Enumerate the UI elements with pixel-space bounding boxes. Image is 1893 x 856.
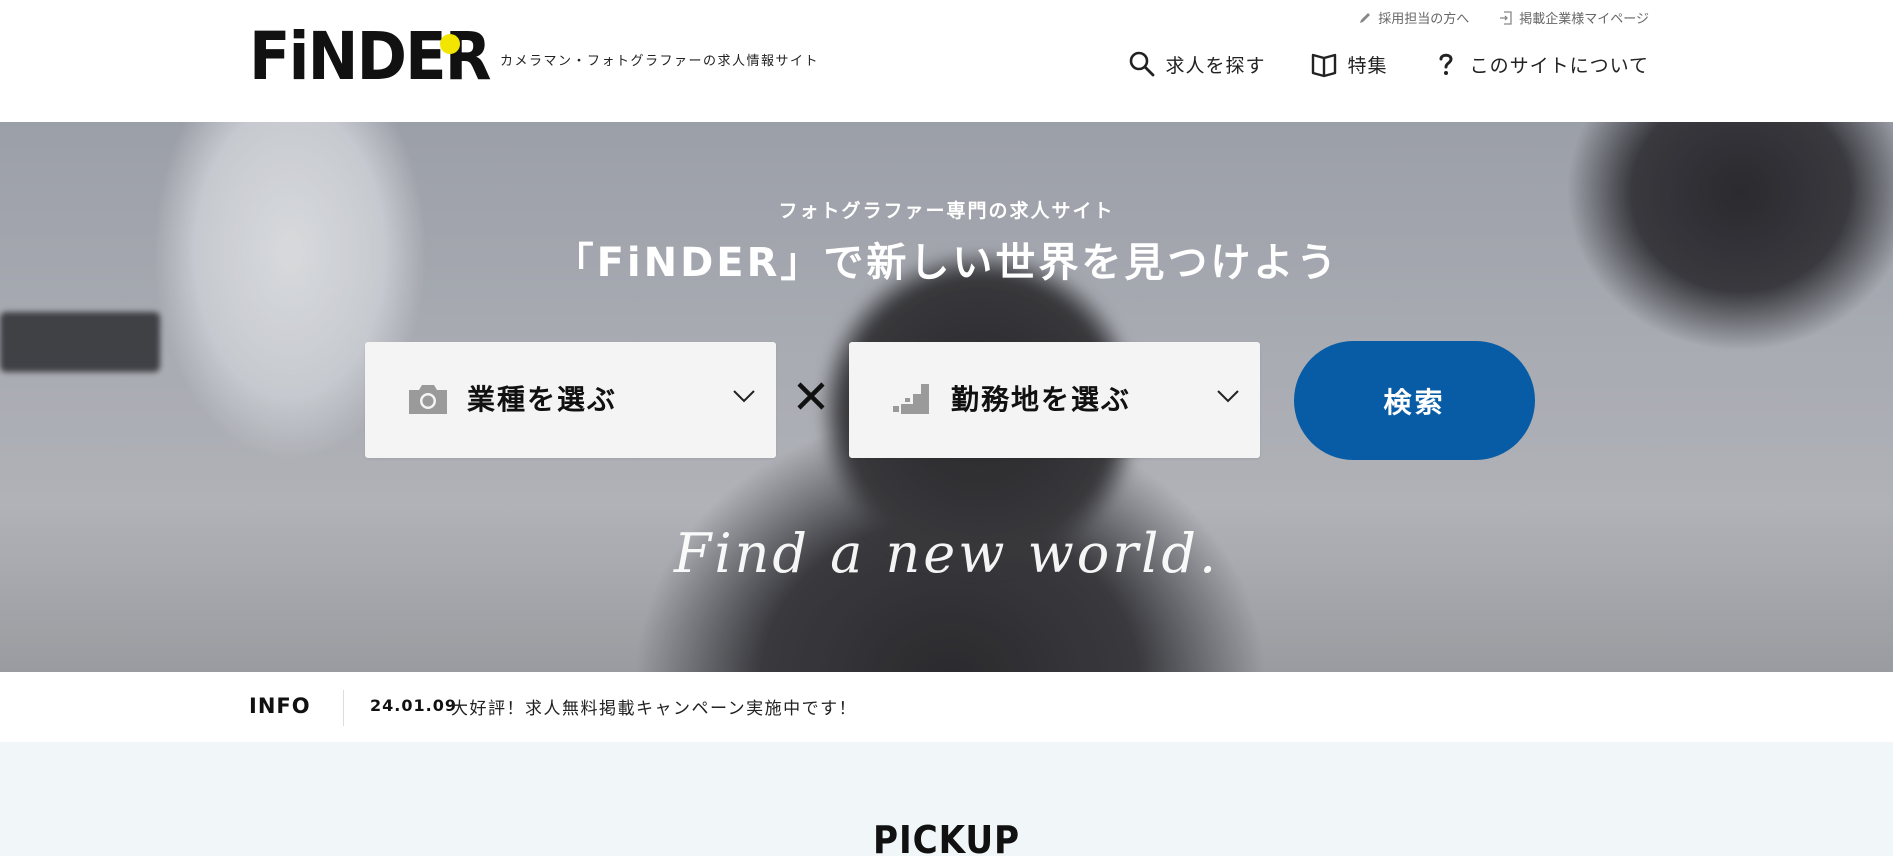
info-date: 24.01.09 <box>370 696 457 715</box>
site-logo[interactable]: FiNDER <box>249 24 511 90</box>
job-type-select[interactable]: 業種を選ぶ <box>365 342 776 458</box>
nav-item-label: このサイトについて <box>1469 54 1649 77</box>
login-icon <box>1500 10 1512 25</box>
utility-nav: 採用担当の方へ 掲載企業様マイページ <box>1358 8 1649 27</box>
nav-item-label: 特集 <box>1347 54 1388 77</box>
nav-item-label: 求人を探す <box>1165 54 1266 77</box>
book-icon <box>1311 53 1336 78</box>
pickup-title: PICKUP <box>872 818 1021 856</box>
util-link-label: 掲載企業様マイページ <box>1519 12 1649 27</box>
hero-title: 「FiNDER」で新しい世界を見つけよう <box>553 240 1340 286</box>
info-news-link[interactable]: 大好評！求人無料掲載キャンペーン実施中です！ <box>451 694 857 719</box>
hero-section: フォトグラファー専門の求人サイト 「FiNDER」で新しい世界を見つけよう 業種… <box>0 122 1893 672</box>
cross-icon <box>797 382 825 410</box>
nav-item-search[interactable]: 求人を探す <box>1128 50 1266 78</box>
search-icon <box>1129 51 1154 77</box>
chevron-down-icon <box>733 390 755 403</box>
site-tagline: カメラマン・フォトグラファーの求人情報サイト <box>500 54 820 69</box>
question-icon <box>1439 53 1453 75</box>
logo-dot <box>440 34 460 54</box>
info-label: INFO <box>249 694 311 718</box>
util-link-mypage[interactable]: 掲載企業様マイページ <box>1499 8 1649 27</box>
util-link-label: 採用担当の方へ <box>1378 12 1470 27</box>
map-icon <box>893 384 929 414</box>
pickup-section: PICKUP <box>0 742 1893 856</box>
hero-script-text: Find a new world. <box>673 522 1220 585</box>
camera-icon <box>409 385 447 414</box>
hero-subtitle: フォトグラファー専門の求人サイト <box>778 200 1115 222</box>
nav-item-about[interactable]: このサイトについて <box>1432 50 1649 78</box>
job-type-select-label: 業種を選ぶ <box>467 383 618 416</box>
work-area-select[interactable]: 勤務地を選ぶ <box>849 342 1260 458</box>
main-nav: 求人を探す 特集 このサイトについて <box>1128 50 1649 78</box>
site-header: FiNDER カメラマン・フォトグラファーの求人情報サイト 採用担当の方へ 掲載… <box>0 0 1893 122</box>
pencil-icon <box>1360 12 1371 23</box>
util-link-recruiters[interactable]: 採用担当の方へ <box>1358 8 1469 27</box>
work-area-select-label: 勤務地を選ぶ <box>951 383 1132 416</box>
info-divider <box>343 690 344 726</box>
search-button[interactable]: 検索 <box>1294 341 1535 460</box>
nav-item-features[interactable]: 特集 <box>1310 50 1388 78</box>
chevron-down-icon <box>1217 390 1239 403</box>
info-bar: INFO 24.01.09 大好評！求人無料掲載キャンペーン実施中です！ <box>0 672 1893 742</box>
